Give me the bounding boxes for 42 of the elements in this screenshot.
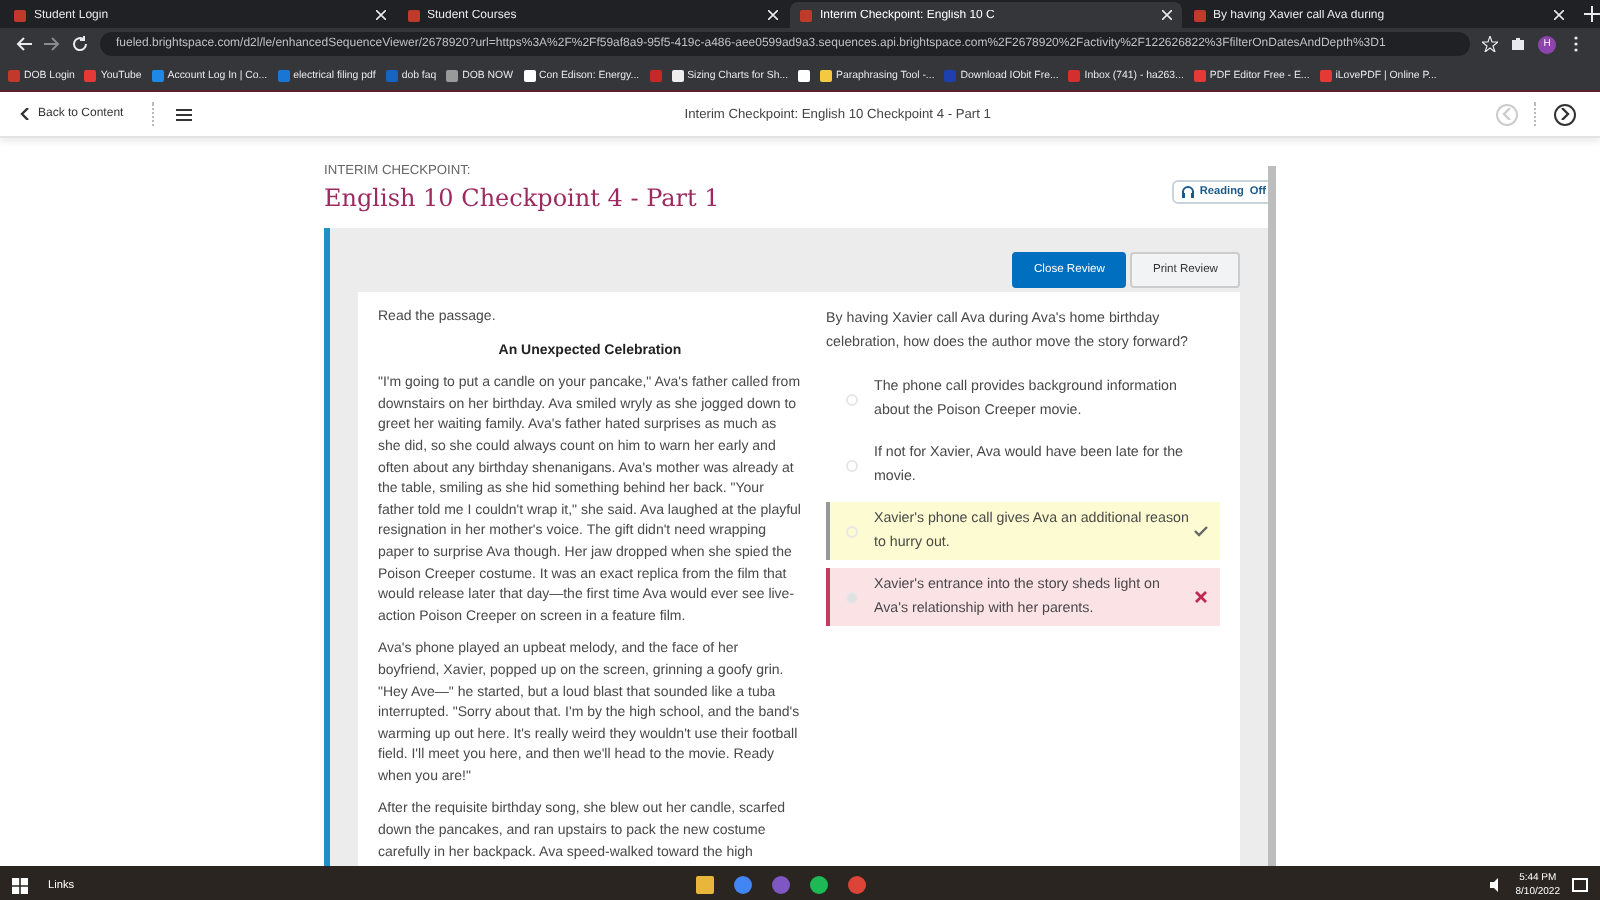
menu-icon[interactable] [175,107,192,121]
speaker-icon[interactable] [1489,878,1504,892]
star-icon[interactable] [1482,36,1498,52]
favicon-icon [14,9,26,21]
favicon-icon [800,9,812,21]
close-icon[interactable] [1161,10,1171,20]
favicon-icon [151,69,164,81]
forward-arrow-icon[interactable] [44,36,60,52]
favicon-icon [1068,69,1081,81]
favicon-icon [1319,69,1332,81]
chevron-right-icon [1560,108,1570,120]
radio-button[interactable] [846,393,858,405]
favicon-icon [407,9,419,21]
music-app-icon[interactable] [810,876,829,894]
favicon-icon [523,69,535,81]
back-arrow-icon[interactable] [16,36,32,52]
favicon-icon [944,69,957,81]
headphones-icon [1181,186,1194,198]
favicon-icon [1193,9,1205,21]
favicon-icon [1193,69,1206,81]
page-title: English 10 Checkpoint 4 - Part 1 [324,184,720,212]
chevron-left-icon [20,108,30,120]
favicon-icon [277,69,290,81]
favicon-icon [8,69,20,81]
chevron-left-icon [1502,108,1512,120]
reload-icon[interactable] [72,36,88,52]
next-button[interactable] [1554,103,1576,125]
folder-icon[interactable] [696,876,715,894]
favicon-icon [385,69,398,81]
close-icon[interactable] [1554,10,1564,20]
favicon-icon [84,69,97,81]
browser-icon[interactable] [848,876,867,894]
radio-button[interactable] [846,591,858,603]
plus-icon[interactable] [1584,6,1600,22]
favicon-icon [446,69,459,81]
radio-button[interactable] [846,459,858,471]
windows-logo-icon[interactable] [12,877,28,893]
scrollbar[interactable] [1268,166,1276,866]
checkmark-icon [1194,524,1208,538]
close-icon[interactable] [768,10,778,20]
close-icon[interactable] [375,10,385,20]
cross-icon [1194,590,1208,604]
